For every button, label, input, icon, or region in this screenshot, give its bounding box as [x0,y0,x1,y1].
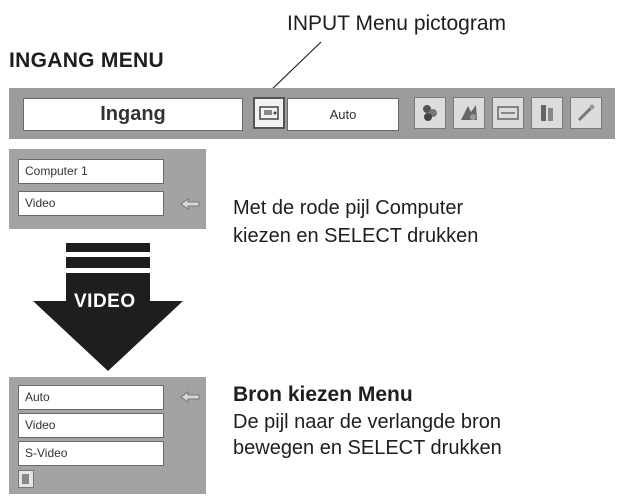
screen-icon[interactable] [492,97,524,129]
instruction-1-line-2: kiezen en SELECT drukken [233,225,479,247]
instruction-1: Met de rode pijl Computer kiezen en SELE… [233,194,478,250]
input-menu-panel: Computer 1 Video [9,149,206,229]
back-icon[interactable] [18,470,34,488]
section-title: INGANG MENU [9,49,164,72]
arrow-label: VIDEO [74,291,136,312]
image-icon[interactable] [453,97,485,129]
menu-item-auto[interactable]: Auto [18,385,164,410]
instruction-2: De pijl naar de verlangde bron bewegen e… [233,409,502,461]
info-icon[interactable] [570,97,602,129]
instruction-2-line-2: bewegen en SELECT drukken [233,437,502,459]
menu-title: Ingang [23,98,243,131]
setting-icon[interactable] [531,97,563,129]
menu-item-computer-1[interactable]: Computer 1 [18,159,164,184]
menu-item-video[interactable]: Video [18,191,164,216]
instruction-1-line-1: Met de rode pijl Computer [233,197,464,219]
menu-bar: Ingang Auto [9,88,615,139]
menu-item-s-video[interactable]: S-Video [18,441,164,466]
red-arrow-pointer-icon [180,391,200,403]
source-menu-title: Bron kiezen Menu [233,383,413,406]
instruction-2-line-1: De pijl naar de verlangde bron [233,411,501,433]
menu-auto-value: Auto [287,98,399,131]
menu-item-video[interactable]: Video [18,413,164,438]
color-icon[interactable] [414,97,446,129]
red-arrow-pointer-icon [180,198,200,210]
pictogram-caption: INPUT Menu pictogram [287,12,507,35]
input-icon[interactable] [253,97,285,129]
source-menu-panel: Auto Video S-Video [9,377,206,494]
